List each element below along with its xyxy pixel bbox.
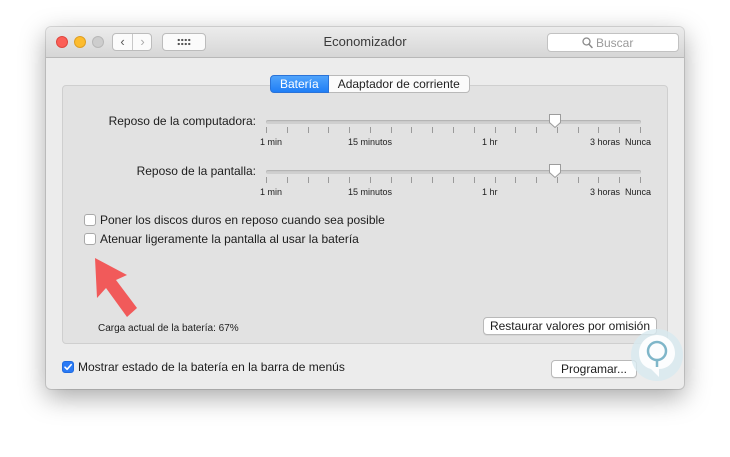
slider-tick <box>619 177 620 183</box>
title-bar: ‹ › Economizador <box>46 27 684 58</box>
energy-saver-window: ‹ › Economizador Batería Adaptador de co… <box>46 27 684 389</box>
slider-tick <box>411 177 412 183</box>
slider-tick <box>598 127 599 133</box>
slider-tick <box>453 177 454 183</box>
dim-display-checkbox[interactable] <box>84 233 96 245</box>
slider-tick <box>640 177 641 183</box>
tick-label-15-minutos: 15 minutos <box>348 187 393 197</box>
show-battery-status-checkbox[interactable] <box>62 361 74 373</box>
slider-tick <box>328 127 329 133</box>
tick-label-nunca: Nunca <box>625 187 652 197</box>
computer-sleep-label: Reposo de la computadora: <box>108 114 256 128</box>
display-sleep-slider-thumb[interactable] <box>548 163 562 179</box>
slider-tick <box>266 127 267 133</box>
tab-bateria[interactable]: Batería <box>270 75 329 93</box>
slider-tick <box>536 177 537 183</box>
dim-display-label: Atenuar ligeramente la pantalla al usar … <box>100 232 359 246</box>
slider-tick <box>266 177 267 183</box>
slider-tick <box>370 177 371 183</box>
slider-tick <box>474 127 475 133</box>
tab-adaptador-de-corriente[interactable]: Adaptador de corriente <box>328 75 470 93</box>
search-input[interactable] <box>596 35 674 50</box>
tick-label-1-min: 1 min <box>260 137 283 147</box>
tick-label-3-horas: 3 horas <box>590 137 621 147</box>
tick-label-3-horas: 3 horas <box>590 187 621 197</box>
display-sleep-ticks <box>266 177 641 184</box>
slider-tick <box>370 127 371 133</box>
display-sleep-label: Reposo de la pantalla: <box>136 164 256 178</box>
watermark-logo-icon <box>631 329 683 381</box>
display-sleep-slider-track[interactable] <box>266 170 641 174</box>
computer-sleep-slider-thumb[interactable] <box>548 113 562 129</box>
computer-sleep-ticks <box>266 127 641 134</box>
slider-tick <box>308 177 309 183</box>
hard-disk-sleep-label: Poner los discos duros en reposo cuando … <box>100 213 385 227</box>
slider-tick <box>474 177 475 183</box>
slider-tick <box>598 177 599 183</box>
slider-tick <box>432 127 433 133</box>
slider-tick <box>536 127 537 133</box>
search-field[interactable] <box>547 33 679 52</box>
slider-tick <box>495 177 496 183</box>
slider-tick <box>328 177 329 183</box>
tab-bar: Batería Adaptador de corriente <box>270 75 470 93</box>
slider-tick <box>287 127 288 133</box>
slider-tick <box>495 127 496 133</box>
slider-tick <box>578 127 579 133</box>
hard-disk-sleep-checkbox[interactable] <box>84 214 96 226</box>
slider-tick <box>578 177 579 183</box>
search-icon <box>582 37 593 49</box>
slider-tick <box>287 177 288 183</box>
slider-tick <box>349 177 350 183</box>
tick-label-1-hr: 1 hr <box>482 137 498 147</box>
slider-tick <box>515 177 516 183</box>
slider-tick <box>432 177 433 183</box>
show-battery-status-label: Mostrar estado de la batería en la barra… <box>78 360 345 374</box>
computer-sleep-slider-track[interactable] <box>266 120 641 124</box>
battery-charge-text: Carga actual de la batería: 67% <box>98 323 239 334</box>
slider-tick <box>349 127 350 133</box>
tick-label-nunca: Nunca <box>625 137 652 147</box>
tick-label-1-min: 1 min <box>260 187 283 197</box>
slider-tick <box>391 127 392 133</box>
slider-tick <box>619 127 620 133</box>
slider-tick <box>515 127 516 133</box>
annotation-arrow-icon <box>95 258 137 317</box>
schedule-button[interactable]: Programar... <box>551 360 637 378</box>
slider-tick <box>391 177 392 183</box>
slider-tick <box>453 127 454 133</box>
tick-label-1-hr: 1 hr <box>482 187 498 197</box>
checkmark-icon <box>64 363 72 371</box>
slider-tick <box>308 127 309 133</box>
slider-tick <box>411 127 412 133</box>
slider-tick <box>640 127 641 133</box>
tick-label-15-minutos: 15 minutos <box>348 137 393 147</box>
